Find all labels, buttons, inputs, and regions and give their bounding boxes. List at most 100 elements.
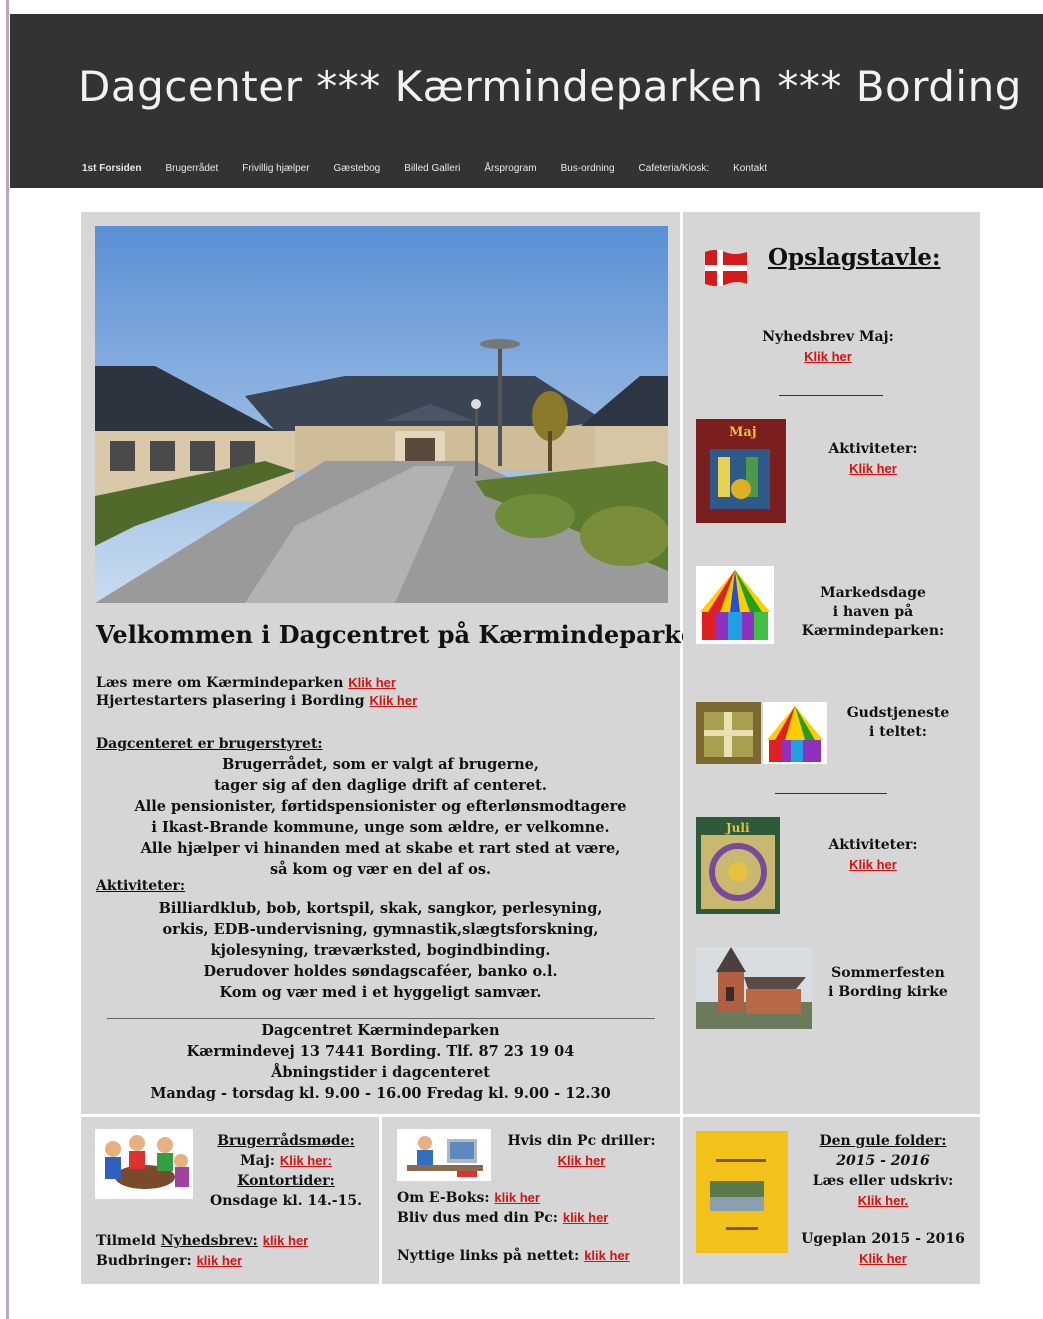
weekly-plan: Ugeplan 2015 - 2016 Klik her (788, 1229, 978, 1269)
text-line: orkis, EDB-undervisning, gymnastik,slægt… (162, 921, 599, 938)
useful-links-row: Nyttige links på nettet: klik her (397, 1246, 630, 1266)
activities-july-link[interactable]: Klik her (849, 857, 897, 872)
opening-hours-title: Åbningstider i dagcenteret (271, 1064, 490, 1081)
intro-links: Læs mere om Kærmindeparken Klik her Hjer… (96, 674, 417, 710)
text-line: Kærmindeparken: (801, 623, 945, 639)
activities-july-thumbnail[interactable]: Juli (696, 817, 780, 914)
yellow-folder-title: Den gule folder: (819, 1133, 947, 1149)
contact-info: Dagcentret Kærmindeparken Kærmindevej 13… (81, 1020, 680, 1104)
office-hours: Onsdage kl. 14.-15. (210, 1193, 362, 1209)
user-council-box: Brugerrådsmøde: Maj: Klik her: Kontortid… (81, 1117, 379, 1284)
opening-hours: Mandag - torsdag kl. 9.00 - 16.00 Fredag… (150, 1085, 611, 1102)
text-line: i Bording kirke (828, 984, 948, 1000)
text-line: i Ikast-Brande kommune, unge som ældre, … (151, 819, 610, 836)
summer-party-item: Sommerfesten i Bording kirke (813, 964, 963, 1002)
text-line: Alle pensionister, førtidspensionister o… (134, 798, 627, 815)
nav-frivillig[interactable]: Frivillig hjælper (242, 163, 309, 174)
section-title-user-run: Dagcenteret er brugerstyret: (96, 736, 323, 752)
signup-newsletter-label: Nyhedsbrev: (160, 1233, 258, 1249)
text-line: i haven på (832, 604, 914, 620)
pc-friends-row: Bliv dus med din Pc: klik her (397, 1208, 608, 1228)
nav-brugerraadet[interactable]: Brugerrådet (165, 163, 218, 174)
contact-name: Dagcentret Kærmindeparken (261, 1022, 500, 1039)
pc-friends-label: Bliv dus med din Pc: (397, 1210, 558, 1226)
meeting-clipart (95, 1129, 193, 1199)
newsletter-signup-link[interactable]: klik her (263, 1233, 309, 1248)
eboks-row: Om E-Boks: klik her (397, 1188, 540, 1208)
notice-board: Opslagstavle: Nyhedsbrev Maj: Klik her M… (683, 212, 980, 1114)
useful-links-link[interactable]: klik her (584, 1248, 630, 1263)
yellow-folder-link[interactable]: Klik her. (858, 1193, 909, 1208)
main-nav: 1st Forsiden Brugerrådet Frivillig hjælp… (82, 163, 791, 174)
nav-forsiden[interactable]: 1st Forsiden (82, 163, 141, 174)
weekly-plan-link[interactable]: Klik her (859, 1251, 907, 1266)
section-activities-text: Billiardklub, bob, kortspil, skak, sangk… (81, 898, 680, 1003)
text-line: Kom og vær med i et hyggeligt samvær. (219, 984, 542, 1001)
newsletter-signup: Tilmeld Nyhedsbrev: klik her (96, 1231, 308, 1251)
activities-july-item: Aktiviteter: Klik her (803, 836, 943, 875)
nav-cafeteria[interactable]: Cafeteria/Kiosk: (639, 163, 710, 174)
intro-read-more: Læs mere om Kærmindeparken (96, 675, 344, 691)
left-border (6, 0, 9, 1319)
thumbnail-label: Juli (726, 821, 750, 835)
text-line: Billiardklub, bob, kortspil, skak, sangk… (158, 900, 603, 917)
read-more-link[interactable]: Klik her (348, 675, 396, 690)
messenger-link[interactable]: klik her (197, 1253, 243, 1268)
nav-bus-ordning[interactable]: Bus-ordning (561, 163, 615, 174)
church-service-item: Gudstjeneste i teltet: (833, 704, 963, 742)
text-line: Gudstjeneste (846, 705, 950, 721)
yellow-folder-box: Den gule folder: 2015 - 2016 Læs eller u… (683, 1117, 980, 1284)
signup-label: Tilmeld (96, 1233, 161, 1249)
council-may-link[interactable]: Klik her: (280, 1153, 332, 1168)
activities-may-item: Aktiviteter: Klik her (813, 440, 933, 479)
nav-kontakt[interactable]: Kontakt (733, 163, 767, 174)
hero-photo (95, 226, 668, 603)
text-line: Sommerfesten (831, 965, 945, 981)
text-line: Derudover holdes søndagscaféer, banko o.… (203, 963, 558, 980)
market-days-item: Markedsdage i haven på Kærmindeparken: (788, 584, 958, 641)
pc-trouble: Hvis din Pc driller: Klik her (494, 1131, 669, 1171)
site-title: Dagcenter *** Kærmindeparken *** Bording (78, 62, 1022, 111)
pc-trouble-link[interactable]: Klik her (558, 1153, 606, 1168)
messenger-row: Budbringer: klik her (96, 1251, 242, 1271)
nav-gaestebog[interactable]: Gæstebog (334, 163, 381, 174)
text-line: tager sig af den daglige drift af center… (214, 777, 547, 794)
text-line: Markedsdage (820, 585, 926, 601)
divider (775, 793, 887, 794)
divider (107, 1018, 655, 1019)
useful-links-label: Nyttige links på nettet: (397, 1248, 580, 1264)
yellow-folder-year: 2015 - 2016 (836, 1153, 930, 1169)
bording-church-thumbnail[interactable] (696, 947, 812, 1029)
yellow-folder-thumbnail[interactable] (696, 1131, 788, 1253)
newsletter-link[interactable]: Klik her (804, 349, 852, 364)
nav-aarsprogram[interactable]: Årsprogram (484, 163, 536, 174)
market-tent-thumbnail[interactable] (696, 566, 774, 644)
eboks-link[interactable]: klik her (494, 1190, 540, 1205)
section-user-run-text: Brugerrådet, som er valgt af brugerne, t… (81, 754, 680, 880)
activities-may-link[interactable]: Klik her (849, 461, 897, 476)
contact-address: Kærmindevej 13 7441 Bording. Tlf. 87 23 … (186, 1043, 575, 1060)
divider (779, 395, 883, 396)
weekly-plan-label: Ugeplan 2015 - 2016 (801, 1231, 965, 1247)
pc-clipart (397, 1129, 491, 1181)
defibrillator-link[interactable]: Klik her (369, 693, 417, 708)
text-line: kjolesyning, træværksted, bogindbinding. (210, 942, 551, 959)
newsletter-item: Nyhedsbrev Maj: Klik her (743, 328, 913, 367)
office-hours-title: Kontortider: (237, 1173, 335, 1189)
activities-may-thumbnail[interactable]: Maj (696, 419, 786, 523)
tent-thumbnail[interactable] (763, 702, 827, 764)
intro-defibrillator: Hjertestarters plasering i Bording (96, 693, 365, 709)
church-service-thumbnail[interactable] (696, 702, 761, 764)
welcome-heading: Velkommen i Dagcentret på Kærmindeparken (96, 620, 714, 649)
read-print-label: Læs eller udskriv: (812, 1173, 954, 1189)
pc-friends-link[interactable]: klik her (563, 1210, 609, 1225)
nav-billed-galleri[interactable]: Billed Galleri (404, 163, 460, 174)
eboks-label: Om E-Boks: (397, 1190, 490, 1206)
text-line: i teltet: (869, 724, 927, 740)
text-line: Brugerrådet, som er valgt af brugerne, (222, 756, 539, 773)
activities-label: Aktiviteter: (828, 441, 918, 457)
danish-flag-icon (703, 248, 749, 292)
council-meeting-title: Brugerrådsmøde: (217, 1133, 355, 1149)
notice-board-title: Opslagstavle: (768, 244, 941, 271)
newsletter-label: Nyhedsbrev Maj: (762, 329, 894, 345)
